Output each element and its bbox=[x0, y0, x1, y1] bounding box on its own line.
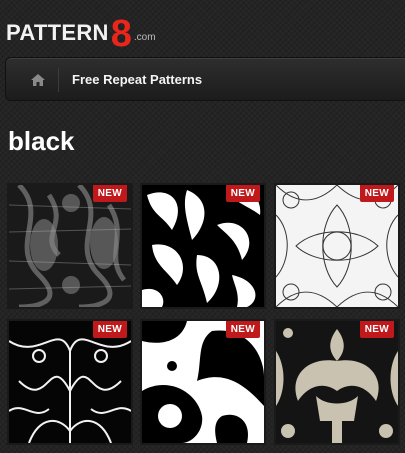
pattern-tile-3[interactable]: NEW bbox=[274, 183, 400, 309]
pattern-tile-5[interactable]: NEW bbox=[140, 319, 266, 445]
new-badge: NEW bbox=[92, 321, 127, 338]
home-icon bbox=[31, 74, 45, 86]
new-badge: NEW bbox=[359, 321, 394, 338]
new-badge: NEW bbox=[92, 185, 127, 202]
pattern-thumbnail bbox=[142, 321, 264, 443]
logo-word: PATTERN bbox=[6, 20, 109, 45]
pattern-thumbnail bbox=[276, 321, 398, 443]
nav-link-free-repeat-patterns[interactable]: Free Repeat Patterns bbox=[72, 72, 202, 87]
page-title: black bbox=[8, 126, 75, 156]
pattern-thumbnail bbox=[9, 185, 131, 307]
pattern-thumbnail bbox=[142, 185, 264, 307]
pattern-tile-6[interactable]: NEW bbox=[274, 319, 400, 445]
new-badge: NEW bbox=[225, 321, 260, 338]
new-badge: NEW bbox=[225, 185, 260, 202]
pattern-thumbnail bbox=[9, 321, 131, 443]
pattern-tile-2[interactable]: NEW bbox=[140, 183, 266, 309]
logo-number: 8 bbox=[110, 13, 132, 55]
pattern-thumbnail bbox=[276, 185, 398, 307]
site-logo[interactable]: PATTERN 8 .com bbox=[6, 13, 156, 55]
home-button[interactable] bbox=[18, 68, 59, 92]
logo-domain: .com bbox=[133, 32, 156, 43]
pattern-tile-1[interactable]: NEW bbox=[7, 183, 133, 309]
new-badge: NEW bbox=[359, 185, 394, 202]
pattern-tile-4[interactable]: NEW bbox=[7, 319, 133, 445]
main-navbar: Free Repeat Patterns bbox=[5, 57, 405, 101]
